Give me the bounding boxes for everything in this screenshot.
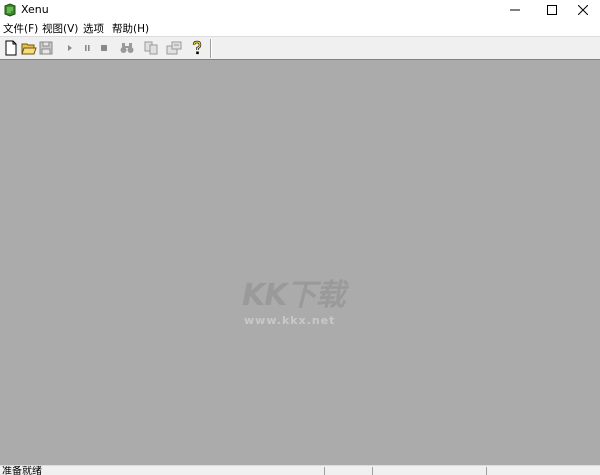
toolbar xyxy=(0,36,600,59)
stop-icon[interactable] xyxy=(96,40,112,56)
menu-help[interactable]: 帮助(H) xyxy=(112,21,149,36)
menu-view[interactable]: 视图(V) xyxy=(42,21,78,36)
maximize-icon xyxy=(547,5,557,15)
menu-file[interactable]: 文件(F) xyxy=(3,21,38,36)
xenu-app-icon[interactable] xyxy=(3,2,17,17)
pause-icon[interactable] xyxy=(79,40,95,56)
watermark-logo: KK下载 xyxy=(242,278,345,313)
watermark-url: www.kkx.net xyxy=(244,314,336,327)
close-button[interactable] xyxy=(566,0,600,19)
menu-bar: 文件(F) 视图(V) 选项 帮助(H) xyxy=(0,19,600,36)
help-icon[interactable] xyxy=(189,40,205,56)
close-icon xyxy=(578,5,588,15)
binoculars-icon[interactable] xyxy=(119,40,135,56)
new-document-icon[interactable] xyxy=(3,40,19,56)
title-bar: Xenu xyxy=(0,0,600,19)
properties-icon[interactable] xyxy=(166,40,182,56)
copy-icon[interactable] xyxy=(143,40,159,56)
menu-options[interactable]: 选项 xyxy=(83,21,104,36)
window-title: Xenu xyxy=(21,3,49,16)
save-icon[interactable] xyxy=(38,40,54,56)
maximize-button[interactable] xyxy=(535,0,569,19)
minimize-icon xyxy=(510,9,520,11)
open-folder-icon[interactable] xyxy=(21,40,37,56)
mdi-workspace[interactable]: KK下载 www.kkx.net xyxy=(0,59,600,466)
toolbar-separator xyxy=(210,39,212,58)
play-icon[interactable] xyxy=(62,40,78,56)
minimize-button[interactable] xyxy=(498,0,532,19)
